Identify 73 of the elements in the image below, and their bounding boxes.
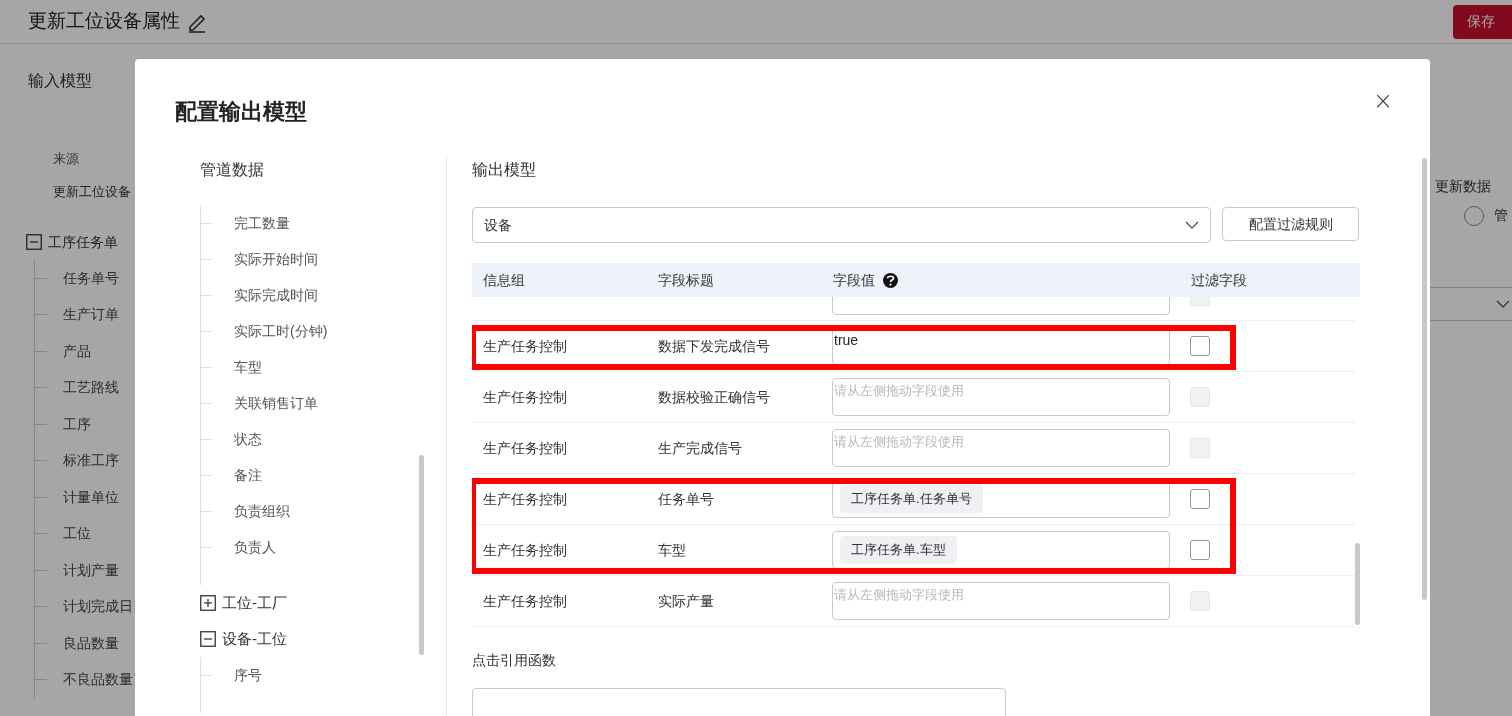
chevron-down-icon [1496, 299, 1510, 309]
table-cell-text: 生产任务控制 [482, 387, 567, 407]
table-cell-text: 任务单号 [657, 489, 714, 509]
save-button[interactable]: 保存 [1453, 4, 1512, 39]
tree-item[interactable]: 工序 [63, 413, 91, 435]
radio-button[interactable] [1464, 205, 1484, 226]
select-field[interactable]: 设备 [472, 207, 1212, 243]
checkbox[interactable] [1190, 336, 1210, 356]
scrollbar[interactable] [1422, 158, 1427, 600]
help-icon[interactable] [883, 272, 898, 288]
tree-item[interactable]: 完工数量 [234, 212, 290, 234]
tree-item[interactable]: 负责人 [234, 536, 276, 558]
tree-item[interactable]: 任务单号 [63, 267, 119, 289]
scrollbar[interactable] [419, 455, 424, 655]
field-tag[interactable]: 工序任务单.车型 [840, 536, 957, 564]
page-title: 更新工位设备属性 [28, 9, 180, 34]
tree-item[interactable]: 计划产量 [63, 559, 119, 581]
tree-item[interactable]: 计划完成日 [63, 596, 133, 618]
column-header: 字段标题 [658, 270, 714, 290]
filter-rules-button[interactable]: 配置过滤规则 [1222, 207, 1359, 241]
section-heading: 输入模型 [28, 71, 93, 91]
column-header: 信息组 [483, 270, 525, 290]
tree-item[interactable]: 序号 [234, 664, 262, 686]
tree-item[interactable]: 计量单位 [63, 486, 119, 508]
table-cell-text: 生产任务控制 [482, 591, 567, 611]
tree-item[interactable]: 设备-工位 [222, 627, 287, 651]
tree-item[interactable]: 工序任务单 [48, 231, 118, 253]
tree-item[interactable]: 工艺路线 [63, 377, 119, 399]
tree-item[interactable]: 负责组织 [234, 500, 290, 522]
dialog-title: 配置输出模型 [175, 98, 307, 126]
field-tag[interactable]: 工序任务单.任务单号 [840, 485, 983, 513]
tree-item[interactable]: 状态 [234, 428, 262, 450]
section-heading: 更新数据 [1435, 177, 1492, 196]
tree-item[interactable]: 产品 [63, 340, 91, 362]
tree-item[interactable]: 良品数量 [63, 632, 119, 654]
tree-item[interactable]: 不良品数量 [63, 669, 133, 691]
table-cell-text: 车型 [657, 540, 686, 560]
input-field[interactable]: 工序任务单.车型 [832, 531, 1170, 569]
checkbox[interactable] [1190, 540, 1210, 560]
collapse-icon[interactable] [26, 234, 42, 250]
tree-item[interactable]: 实际工时(分钟) [234, 320, 328, 342]
checkbox[interactable] [1190, 489, 1210, 509]
tree-item[interactable]: 标准工序 [63, 450, 119, 472]
chevron-down-icon [1185, 220, 1200, 230]
source-value: 更新工位设备 [53, 183, 132, 201]
radio-label[interactable]: 管 [1494, 205, 1508, 226]
section-heading: 管道数据 [200, 160, 265, 180]
table-cell-text: 生产任务控制 [482, 540, 567, 560]
table-cell-text: 实际产量 [657, 591, 714, 611]
column-header: 过滤字段 [1191, 270, 1247, 290]
table-cell-text: 生产任务控制 [482, 438, 567, 458]
table-cell-text: 生产完成信号 [657, 438, 742, 458]
input-field[interactable] [472, 688, 1006, 716]
tree-item[interactable]: 车型 [234, 356, 262, 378]
tree-item[interactable]: 工位 [63, 523, 91, 545]
tree-item[interactable]: 生产订单 [63, 304, 119, 326]
source-label: 来源 [53, 150, 80, 168]
scrollbar[interactable] [1355, 543, 1360, 625]
close-button[interactable]: × [1372, 89, 1394, 113]
collapse-icon[interactable] [200, 631, 216, 647]
tree-item[interactable]: 实际完成时间 [234, 284, 318, 306]
table-cell-text: 生产任务控制 [482, 489, 567, 509]
table-cell-text: 数据校验正确信号 [657, 387, 770, 407]
section-heading: 输出模型 [472, 160, 537, 180]
tree-item[interactable]: 关联销售订单 [234, 392, 318, 414]
section-heading: 点击引用函数 [472, 651, 557, 670]
table-cell-text: 数据下发完成信号 [657, 336, 770, 356]
table-cell-text: 生产任务控制 [482, 336, 567, 356]
tree-item[interactable]: 工位-工厂 [222, 591, 287, 615]
tree-item[interactable]: 备注 [234, 464, 262, 486]
tree-item[interactable]: 实际开始时间 [234, 248, 318, 270]
column-header: 字段值 [833, 270, 875, 290]
expand-icon[interactable] [200, 595, 216, 611]
